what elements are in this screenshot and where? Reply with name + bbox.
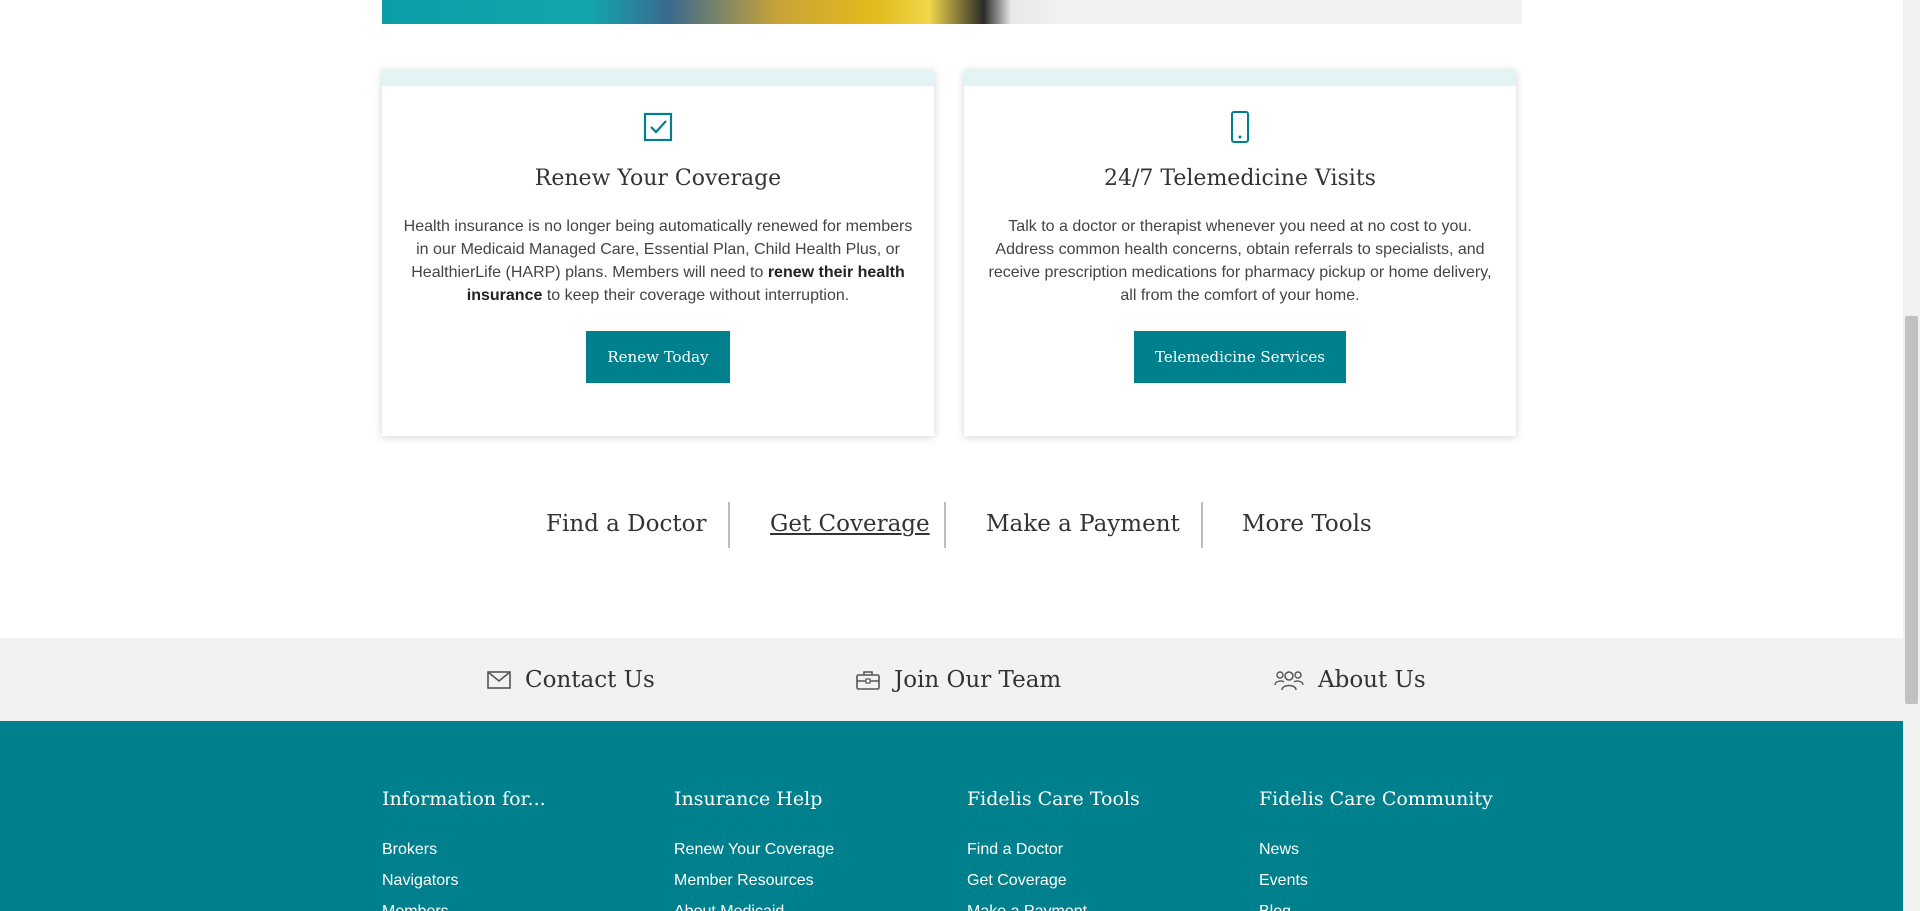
hero-banner <box>382 0 1522 24</box>
join-our-team-link[interactable]: Join Our Team <box>856 638 1061 721</box>
hero-image <box>382 0 1066 24</box>
footer-heading: Fidelis Care Tools <box>967 788 1140 810</box>
telemedicine-services-button[interactable]: Telemedicine Services <box>1134 331 1346 383</box>
card-description-text-end: to keep their coverage without interrupt… <box>542 287 850 304</box>
footer-heading: Fidelis Care Community <box>1259 788 1493 810</box>
footer-link-about-medicaid[interactable]: About Medicaid <box>674 896 834 911</box>
about-us-link[interactable]: About Us <box>1274 638 1426 721</box>
card-title: 24/7 Telemedicine Visits <box>1104 166 1376 191</box>
contact-us-link[interactable]: Contact Us <box>487 638 655 721</box>
smartphone-icon <box>1231 111 1249 143</box>
footer-link-events[interactable]: Events <box>1259 865 1493 896</box>
telemedicine-card: 24/7 Telemedicine Visits Talk to a docto… <box>964 70 1516 436</box>
divider <box>728 502 730 548</box>
footer-link-brokers[interactable]: Brokers <box>382 834 546 865</box>
divider <box>944 502 946 548</box>
people-group-icon <box>1274 670 1304 690</box>
card-description: Talk to a doctor or therapist whenever y… <box>988 218 1492 304</box>
footer-link-renew-coverage[interactable]: Renew Your Coverage <box>674 834 834 865</box>
card-title: Renew Your Coverage <box>534 166 782 191</box>
card-top-strip <box>964 70 1516 86</box>
checkbox-icon <box>643 112 673 142</box>
footer-column-tools: Fidelis Care Tools Find a Doctor Get Cov… <box>967 788 1140 911</box>
renew-coverage-card: Renew Your Coverage Health insurance is … <box>382 70 934 436</box>
find-a-doctor-link[interactable]: Find a Doctor <box>546 502 706 546</box>
join-our-team-label: Join Our Team <box>894 666 1062 693</box>
footer-link-news[interactable]: News <box>1259 834 1493 865</box>
scrollbar-thumb[interactable] <box>1905 316 1918 704</box>
footer-link-navigators[interactable]: Navigators <box>382 865 546 896</box>
footer-link-blog[interactable]: Blog <box>1259 896 1493 911</box>
footer-link-member-resources[interactable]: Member Resources <box>674 865 834 896</box>
footer-link-make-a-payment[interactable]: Make a Payment <box>967 896 1140 911</box>
card-top-strip <box>382 70 934 86</box>
quick-links-row: Find a Doctor Get Coverage Make a Paymen… <box>0 502 1920 548</box>
card-description: Health insurance is no longer being auto… <box>403 215 913 307</box>
renew-today-button[interactable]: Renew Today <box>586 331 730 383</box>
more-tools-link[interactable]: More Tools <box>1242 502 1372 546</box>
footer-heading: Information for... <box>382 788 546 810</box>
get-coverage-link[interactable]: Get Coverage <box>770 502 930 546</box>
vertical-scrollbar[interactable] <box>1903 0 1920 911</box>
about-us-label: About Us <box>1318 666 1426 693</box>
footer-column-information: Information for... Brokers Navigators Me… <box>382 788 546 911</box>
make-a-payment-link[interactable]: Make a Payment <box>986 502 1180 546</box>
footer-link-members[interactable]: Members <box>382 896 546 911</box>
site-footer: Information for... Brokers Navigators Me… <box>0 721 1903 911</box>
contact-us-label: Contact Us <box>525 666 655 693</box>
briefcase-icon <box>856 670 880 690</box>
divider <box>1201 502 1203 548</box>
footer-column-insurance-help: Insurance Help Renew Your Coverage Membe… <box>674 788 834 911</box>
envelope-icon <box>487 670 511 689</box>
footer-link-find-a-doctor[interactable]: Find a Doctor <box>967 834 1140 865</box>
footer-column-community: Fidelis Care Community News Events Blog <box>1259 788 1493 911</box>
contact-band: Contact Us Join Our Team About Us <box>0 638 1903 721</box>
footer-link-get-coverage[interactable]: Get Coverage <box>967 865 1140 896</box>
footer-heading: Insurance Help <box>674 788 823 810</box>
